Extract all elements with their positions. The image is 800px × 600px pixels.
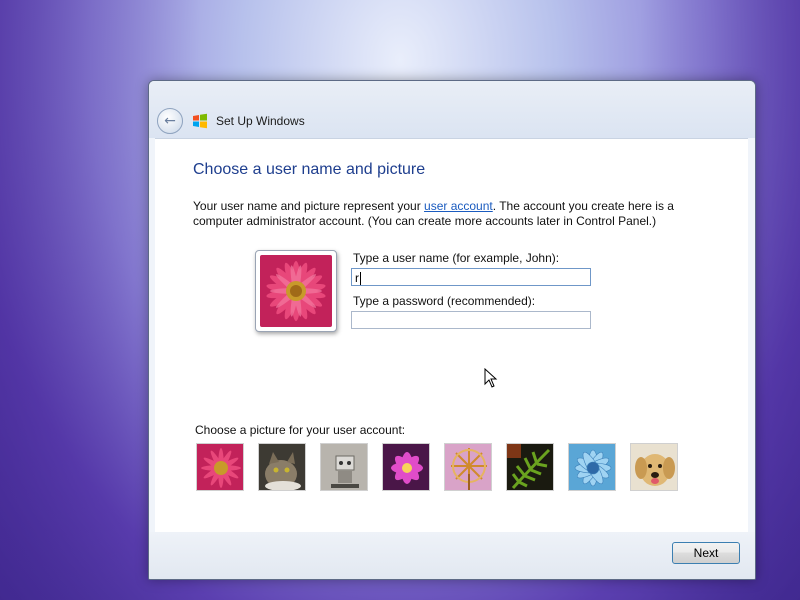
pink-flower-thumbnail-icon <box>383 444 429 490</box>
username-value: r <box>355 271 359 285</box>
kitten-thumbnail-icon <box>259 444 305 490</box>
dog-thumbnail-icon <box>631 444 677 490</box>
picture-pinwheel[interactable] <box>444 443 492 491</box>
flower-daisy-thumbnail-icon <box>197 444 243 490</box>
mouse-cursor-icon <box>484 368 498 388</box>
content-area: Choose a user name and picture Your user… <box>155 138 748 533</box>
password-input[interactable] <box>351 311 591 329</box>
pictures-label: Choose a picture for your user account: <box>195 423 406 437</box>
username-input[interactable]: r <box>351 268 591 286</box>
selected-picture-frame <box>255 250 337 332</box>
user-account-link[interactable]: user account <box>424 199 493 213</box>
picture-pink-flower[interactable] <box>382 443 430 491</box>
pinwheel-thumbnail-icon <box>445 444 491 490</box>
fern-thumbnail-icon <box>507 444 553 490</box>
back-button[interactable]: ← <box>157 108 183 134</box>
text-caret <box>360 272 361 286</box>
window-title: Set Up Windows <box>216 114 305 128</box>
title-bar: ← Set Up Windows <box>149 81 755 138</box>
picture-robot-toy[interactable] <box>320 443 368 491</box>
description: Your user name and picture represent you… <box>193 199 713 229</box>
blue-flower-thumbnail-icon <box>569 444 615 490</box>
setup-window: ← Set Up Windows Choose a user name and … <box>148 80 756 580</box>
password-label: Type a password (recommended): <box>353 294 536 308</box>
picture-kitten[interactable] <box>258 443 306 491</box>
picture-blue-flower[interactable] <box>568 443 616 491</box>
next-button[interactable]: Next <box>672 542 740 564</box>
windows-logo-icon <box>193 113 207 129</box>
picture-dog[interactable] <box>630 443 678 491</box>
flower-daisy-picture <box>260 255 332 327</box>
footer-bar <box>149 532 755 579</box>
picture-fern[interactable] <box>506 443 554 491</box>
description-text-1: Your user name and picture represent you… <box>193 199 425 213</box>
picture-flower-daisy[interactable] <box>196 443 244 491</box>
page-title: Choose a user name and picture <box>193 161 426 178</box>
back-arrow-icon: ← <box>164 113 176 129</box>
robot-toy-thumbnail-icon <box>321 444 367 490</box>
username-label: Type a user name (for example, John): <box>353 251 560 265</box>
